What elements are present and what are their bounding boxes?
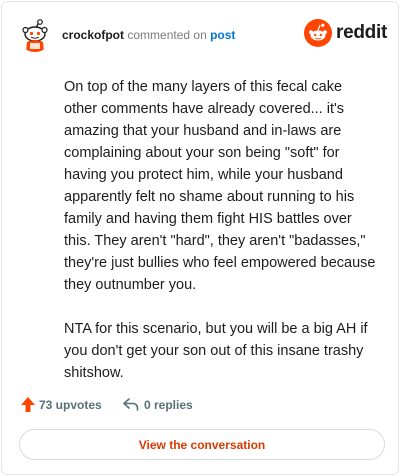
comment-paragraph: On top of the many layers of this fecal … [64, 79, 376, 293]
comment-body: On top of the many layers of this fecal … [64, 76, 376, 406]
comment-embed-card: crockofpot commented on post reddit On t… [1, 1, 399, 475]
comment-paragraph: NTA for this scenario, but you will be a… [64, 321, 368, 381]
upvotes-count: 73 upvotes [39, 398, 102, 412]
byline-action-text: commented on [127, 28, 207, 42]
upvote-arrow-icon [21, 397, 35, 412]
comment-header: crockofpot commented on post reddit [18, 18, 387, 52]
post-link[interactable]: post [210, 28, 235, 42]
comment-stats: 73 upvotes 0 replies [20, 394, 382, 416]
snoo-avatar-icon [18, 18, 52, 52]
reddit-brand-link[interactable]: reddit [304, 19, 387, 47]
comment-byline: crockofpot commented on post [62, 27, 235, 43]
reddit-logo-icon [304, 19, 332, 47]
username-link[interactable]: crockofpot [62, 28, 124, 42]
view-conversation-button[interactable]: View the conversation [19, 429, 385, 460]
reply-arrow-icon [123, 398, 139, 411]
user-avatar[interactable] [18, 18, 52, 52]
reddit-wordmark: reddit [336, 22, 387, 43]
replies-count: 0 replies [144, 398, 193, 412]
